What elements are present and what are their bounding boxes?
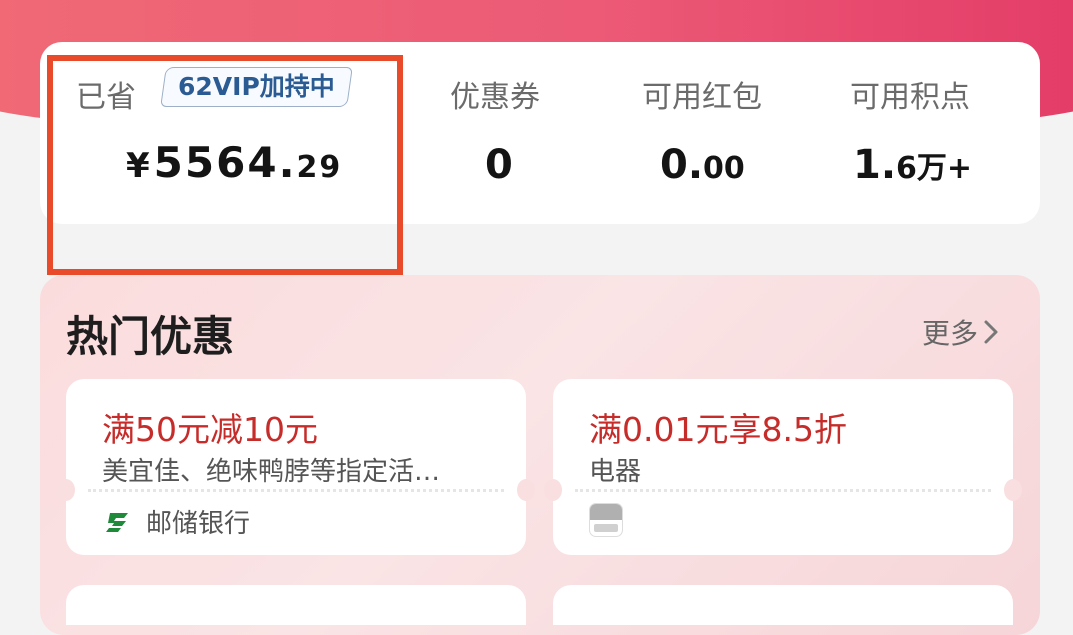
coupons-label: 优惠券 xyxy=(450,80,540,115)
red-packets-dec: 00 xyxy=(703,151,745,186)
offer-card[interactable]: 满0.01元享8.5折 电器 xyxy=(544,379,1022,555)
points-amount: 1.6万+ xyxy=(853,142,972,188)
offer-card[interactable] xyxy=(553,585,1013,625)
chinapay-icon xyxy=(589,503,623,537)
hot-offers-title: 热门优惠 xyxy=(66,312,235,361)
hot-offers-section: 热门优惠 更多 满50元减10元 美宜佳、绝味鸭脖等指定活… 邮储银行 满0.0… xyxy=(40,275,1040,635)
offer-card[interactable] xyxy=(66,585,526,625)
points-label: 可用积点 xyxy=(850,80,970,115)
offer-title: 满50元减10元 xyxy=(102,410,318,449)
chevron-right-icon xyxy=(984,320,998,344)
red-packets-label: 可用红包 xyxy=(642,80,762,115)
issuer-name: 邮储银行 xyxy=(146,509,251,539)
coupons-count: 0 xyxy=(485,142,513,188)
points-int: 1. xyxy=(853,142,897,188)
more-link[interactable]: 更多 xyxy=(922,312,1000,352)
offer-issuer: 邮储银行 xyxy=(104,503,250,540)
offer-description: 美宜佳、绝味鸭脖等指定活… xyxy=(102,457,441,487)
card-notch xyxy=(517,479,535,501)
offer-divider xyxy=(88,489,504,492)
highlight-box xyxy=(47,55,403,275)
psbc-bank-icon xyxy=(106,512,128,532)
card-notch xyxy=(1004,479,1022,501)
card-notch xyxy=(57,479,75,501)
offer-issuer xyxy=(589,503,623,537)
more-label: 更多 xyxy=(922,317,979,350)
red-packets-int: 0. xyxy=(660,142,704,188)
red-packets-amount: 0.00 xyxy=(660,142,745,188)
offer-card[interactable]: 满50元减10元 美宜佳、绝味鸭脖等指定活… 邮储银行 xyxy=(57,379,535,555)
offer-divider xyxy=(575,489,991,492)
points-dec: 6万+ xyxy=(896,151,973,186)
offer-title: 满0.01元享8.5折 xyxy=(589,410,847,449)
card-notch xyxy=(544,479,562,501)
offer-description: 电器 xyxy=(589,457,642,487)
